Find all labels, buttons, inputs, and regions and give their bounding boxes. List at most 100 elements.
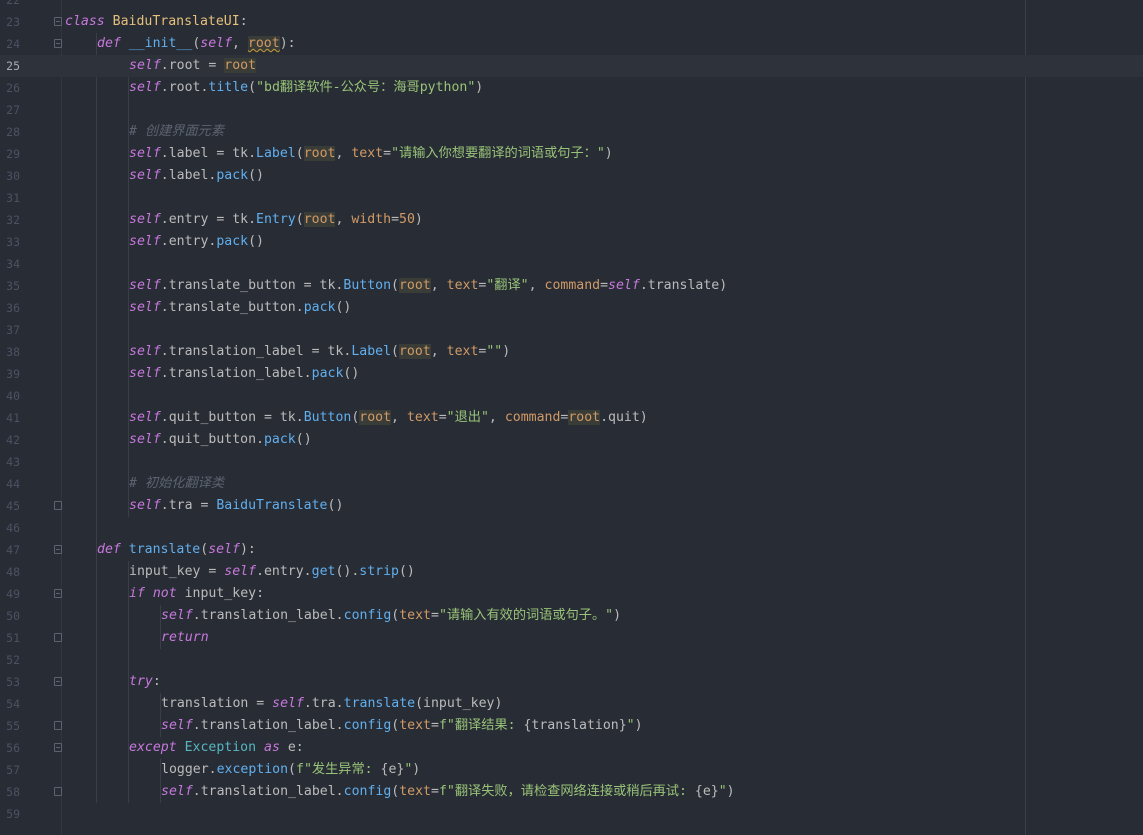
code-token: self — [129, 80, 161, 95]
code-token: pack — [263, 432, 296, 447]
code-editor[interactable]: 22 23 class BaiduTranslateUI: 24 def __init_… — [0, 0, 1143, 835]
code-line[interactable]: 55 self.translation_label.config(text=f"翻… — [0, 715, 1143, 737]
code-token: def — [97, 36, 121, 51]
code-token: pack — [216, 234, 249, 249]
code-line[interactable]: 25 self.root = root — [0, 55, 1143, 77]
code-line[interactable]: 35 self.translate_button = tk.Button(root… — [0, 275, 1143, 297]
code-line[interactable]: 52 — [0, 649, 1143, 671]
code-token: __init__ — [128, 36, 193, 51]
code-token: Label — [256, 146, 296, 161]
code-line[interactable]: 34 — [0, 253, 1143, 275]
fold-end-icon[interactable] — [54, 721, 62, 730]
line-number: 30 — [6, 169, 20, 183]
code-line[interactable]: 26 self.root.title("bd翻译软件-公众号：海哥python") — [0, 77, 1143, 99]
code-token: "翻译" — [486, 278, 529, 293]
code-line[interactable]: 58 self.translation_label.config(text=f"翻… — [0, 781, 1143, 803]
fold-expanded-icon[interactable] — [54, 39, 62, 48]
code-line[interactable]: 28 # 创建界面元素 — [0, 121, 1143, 143]
code-line[interactable]: 45 self.tra = BaiduTranslate() — [0, 495, 1143, 517]
fold-end-icon[interactable] — [54, 501, 62, 510]
code-line[interactable]: 59 — [0, 803, 1143, 825]
code-line[interactable]: 44 # 初始化翻译类 — [0, 473, 1143, 495]
code-token: root — [303, 212, 336, 227]
code-token: ) — [613, 608, 622, 623]
code-line[interactable]: 22 — [0, 0, 1143, 11]
line-number: 31 — [6, 191, 20, 205]
fold-expanded-icon[interactable] — [54, 17, 62, 26]
code-text: # 创建界面元素 — [129, 121, 224, 143]
code-token: .entry = tk. — [160, 212, 257, 227]
code-line[interactable]: 48 input_key = self.entry.get().strip() — [0, 561, 1143, 583]
code-line[interactable]: 47 def translate(self): — [0, 539, 1143, 561]
code-line[interactable]: 51 return — [0, 627, 1143, 649]
code-token: (input_key) — [415, 696, 503, 711]
code-token: self — [129, 366, 161, 381]
code-line[interactable]: 49 if not input_key: — [0, 583, 1143, 605]
code-line[interactable]: 24 def __init__(self, root): — [0, 33, 1143, 55]
line-number: 48 — [6, 565, 20, 579]
line-number: 59 — [6, 807, 20, 821]
line-number: 45 — [6, 499, 20, 513]
fold-end-icon[interactable] — [54, 633, 62, 642]
code-token: = — [391, 212, 400, 227]
code-line[interactable]: 43 — [0, 451, 1143, 473]
code-line[interactable]: 38 self.translation_label = tk.Label(root… — [0, 341, 1143, 363]
fold-expanded-icon[interactable] — [54, 743, 62, 752]
code-token: .translation_label. — [192, 784, 344, 799]
code-token: {translation} — [523, 718, 627, 733]
code-line[interactable]: 37 — [0, 319, 1143, 341]
code-line[interactable]: 42 self.quit_button.pack() — [0, 429, 1143, 451]
code-token: {e} — [380, 762, 405, 777]
code-token: self — [129, 498, 161, 513]
line-number: 25 — [6, 59, 20, 73]
code-line[interactable]: 29 self.label = tk.Label(root, text="请输入你… — [0, 143, 1143, 165]
code-token: = — [438, 410, 447, 425]
code-token: ): — [279, 36, 296, 51]
code-token: try — [129, 674, 153, 689]
code-token: ) — [726, 784, 735, 799]
code-token: command — [504, 410, 561, 425]
code-token: root — [398, 344, 431, 359]
code-token: Exception — [184, 740, 257, 755]
code-line[interactable]: 23 class BaiduTranslateUI: — [0, 11, 1143, 33]
code-line[interactable]: 56 except Exception as e: — [0, 737, 1143, 759]
code-line[interactable]: 33 self.entry.pack() — [0, 231, 1143, 253]
code-line[interactable]: 40 — [0, 385, 1143, 407]
code-token: self — [129, 58, 161, 73]
code-line[interactable]: 41 self.quit_button = tk.Button(root, tex… — [0, 407, 1143, 429]
code-line[interactable]: 32 self.entry = tk.Entry(root, width=50) — [0, 209, 1143, 231]
code-text: try: — [129, 671, 161, 693]
code-token: text — [446, 278, 479, 293]
code-text: except Exception as e: — [129, 737, 304, 759]
code-token: except — [129, 740, 177, 755]
code-line[interactable]: 39 self.translation_label.pack() — [0, 363, 1143, 385]
code-token: ) — [475, 80, 484, 95]
code-token: self — [129, 410, 161, 425]
code-line[interactable]: 57 logger.exception(f"发生异常: {e}") — [0, 759, 1143, 781]
code-token: config — [343, 784, 392, 799]
code-token: ) — [634, 718, 643, 733]
fold-end-icon[interactable] — [54, 787, 62, 796]
code-line[interactable]: 50 self.translation_label.config(text="请输… — [0, 605, 1143, 627]
code-token: return — [161, 630, 209, 645]
code-text: def translate(self): — [97, 539, 256, 561]
code-token: .translation_label = tk. — [160, 344, 352, 359]
code-token: .tra = — [160, 498, 217, 513]
fold-expanded-icon[interactable] — [54, 677, 62, 686]
line-number: 50 — [6, 609, 20, 623]
line-number: 44 — [6, 477, 20, 491]
code-line[interactable]: 30 self.label.pack() — [0, 165, 1143, 187]
code-line[interactable]: 31 — [0, 187, 1143, 209]
code-token: text — [399, 784, 431, 799]
code-line[interactable]: 27 — [0, 99, 1143, 121]
code-line[interactable]: 46 — [0, 517, 1143, 539]
code-line[interactable]: 36 self.translate_button.pack() — [0, 297, 1143, 319]
code-line[interactable]: 53 try: — [0, 671, 1143, 693]
code-token: "退出" — [446, 410, 489, 425]
fold-expanded-icon[interactable] — [54, 545, 62, 554]
code-token: f"翻译失败，请检查网络连接或稍后再试: — [438, 784, 695, 799]
fold-expanded-icon[interactable] — [54, 589, 62, 598]
code-line[interactable]: 54 translation = self.tra.translate(input… — [0, 693, 1143, 715]
code-token: self — [208, 542, 240, 557]
